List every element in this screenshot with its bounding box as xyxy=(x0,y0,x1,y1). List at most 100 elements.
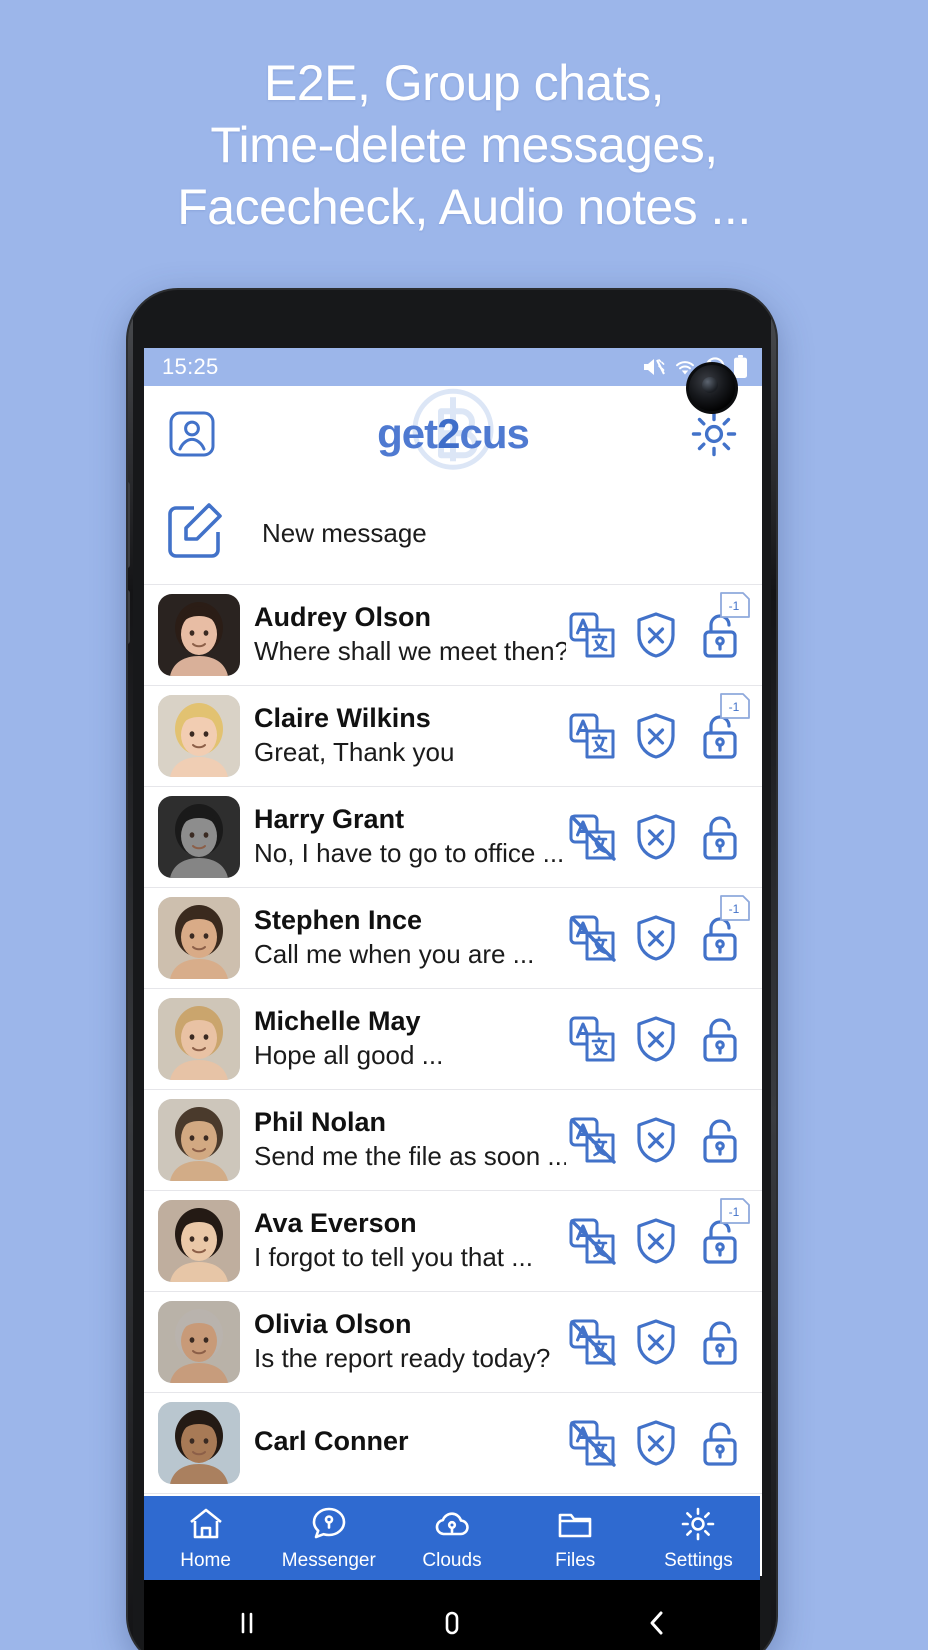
chat-preview-message: Is the report ready today? xyxy=(254,1343,551,1374)
chat-list[interactable]: -1 Audrey Olson Where shall we meet then… xyxy=(144,584,762,1494)
avatar xyxy=(158,897,240,979)
avatar xyxy=(158,1200,240,1282)
headline-line-2: Time-delete messages, xyxy=(210,117,718,173)
recents-icon[interactable] xyxy=(232,1608,262,1638)
shield-x-icon[interactable] xyxy=(630,1417,682,1469)
phone-screen: 15:25 get2cus New message -1 Audrey Olso… xyxy=(144,348,762,1576)
home-circle-icon[interactable] xyxy=(437,1608,467,1638)
chat-row[interactable]: Harry Grant No, I have to go to office .… xyxy=(144,787,762,888)
lock-icon[interactable] xyxy=(694,1114,746,1166)
chat-row-actions xyxy=(566,1316,746,1368)
chat-text-block: Phil Nolan Send me the file as soon ... xyxy=(240,1107,566,1172)
nav-item-label: Settings xyxy=(664,1549,733,1571)
chat-preview-message: Hope all good ... xyxy=(254,1040,444,1071)
chat-contact-name: Claire Wilkins xyxy=(254,703,431,734)
chat-preview-message: Call me when you are ... xyxy=(254,939,535,970)
chat-contact-name: Michelle May xyxy=(254,1006,421,1037)
chat-text-block: Carl Conner xyxy=(240,1426,566,1460)
chat-row[interactable]: Michelle May Hope all good ... xyxy=(144,989,762,1090)
chat-text-block: Claire Wilkins Great, Thank you xyxy=(240,703,566,768)
app-header: get2cus xyxy=(144,386,762,482)
logo-text-left: get xyxy=(377,410,438,457)
profile-icon[interactable] xyxy=(164,406,220,462)
translate-off-icon[interactable] xyxy=(566,811,618,863)
chat-row[interactable]: -1 Ava Everson I forgot to tell you that… xyxy=(144,1191,762,1292)
phone-mockup: 15:25 get2cus New message -1 Audrey Olso… xyxy=(126,288,778,1650)
shield-x-icon[interactable] xyxy=(630,1013,682,1065)
nav-item-label: Clouds xyxy=(422,1549,482,1571)
volume-down-button[interactable] xyxy=(128,590,130,644)
nav-item-label: Messenger xyxy=(281,1549,376,1571)
bottom-navigation[interactable]: Home Messenger Clouds Files Settings xyxy=(144,1496,760,1580)
logo-text-right: cus xyxy=(459,410,529,457)
volume-up-button[interactable] xyxy=(128,482,130,568)
folder-icon xyxy=(556,1505,594,1548)
status-time: 15:25 xyxy=(162,354,219,379)
shield-x-icon[interactable] xyxy=(630,1316,682,1368)
chat-row[interactable]: Phil Nolan Send me the file as soon ... xyxy=(144,1090,762,1191)
avatar xyxy=(158,594,240,676)
nav-item-settings[interactable]: Settings xyxy=(637,1505,760,1572)
chat-contact-name: Stephen Ince xyxy=(254,905,423,936)
new-message-label: New message xyxy=(262,517,427,548)
timer-badge-icon: -1 xyxy=(718,590,752,620)
shield-x-icon[interactable] xyxy=(630,1215,682,1267)
android-system-bar xyxy=(144,1580,760,1650)
gear-icon[interactable] xyxy=(686,406,742,462)
headline-line-1: E2E, Group chats, xyxy=(263,55,665,111)
mute-icon xyxy=(642,356,666,378)
chat-contact-name: Audrey Olson xyxy=(254,602,432,633)
front-camera xyxy=(686,362,738,414)
chat-row-actions xyxy=(566,1114,746,1166)
chat-text-block: Stephen Ince Call me when you are ... xyxy=(240,905,566,970)
home-icon xyxy=(187,1505,225,1548)
shield-x-icon[interactable] xyxy=(630,1114,682,1166)
shield-x-icon[interactable] xyxy=(630,710,682,762)
translate-off-icon[interactable] xyxy=(566,912,618,964)
lock-icon[interactable] xyxy=(694,811,746,863)
cloud-icon xyxy=(433,1505,471,1548)
translate-off-icon[interactable] xyxy=(566,1114,618,1166)
chat-row[interactable]: -1 Stephen Ince Call me when you are ... xyxy=(144,888,762,989)
timer-badge-icon: -1 xyxy=(718,1196,752,1226)
chat-row[interactable]: -1 Audrey Olson Where shall we meet then… xyxy=(144,585,762,686)
nav-item-files[interactable]: Files xyxy=(514,1505,637,1572)
chat-preview-message: Where shall we meet then? xyxy=(254,636,566,667)
svg-text:-1: -1 xyxy=(729,700,740,714)
translate-icon[interactable] xyxy=(566,710,618,762)
nav-item-clouds[interactable]: Clouds xyxy=(390,1505,513,1572)
chat-preview-message: I forgot to tell you that ... xyxy=(254,1242,533,1273)
svg-text:-1: -1 xyxy=(729,902,740,916)
shield-x-icon[interactable] xyxy=(630,912,682,964)
chat-row[interactable]: Carl Conner xyxy=(144,1393,762,1494)
logo-text: get2cus xyxy=(377,410,530,458)
compose-icon xyxy=(164,500,226,567)
new-message-button[interactable]: New message xyxy=(144,482,762,584)
translate-off-icon[interactable] xyxy=(566,1316,618,1368)
shield-x-icon[interactable] xyxy=(630,609,682,661)
nav-item-messenger[interactable]: Messenger xyxy=(267,1505,390,1572)
translate-off-icon[interactable] xyxy=(566,1215,618,1267)
nav-item-label: Home xyxy=(180,1549,231,1571)
promo-headline: E2E, Group chats, Time-delete messages, … xyxy=(0,52,928,238)
logo-text-mid: 2 xyxy=(437,410,460,457)
avatar xyxy=(158,1402,240,1484)
translate-off-icon[interactable] xyxy=(566,1417,618,1469)
lock-icon[interactable] xyxy=(694,1316,746,1368)
shield-x-icon[interactable] xyxy=(630,811,682,863)
lock-icon[interactable] xyxy=(694,1013,746,1065)
back-icon[interactable] xyxy=(642,1608,672,1638)
chat-row-actions xyxy=(566,1013,746,1065)
nav-item-label: Files xyxy=(555,1549,596,1571)
nav-item-home[interactable]: Home xyxy=(144,1505,267,1572)
chat-row[interactable]: Olivia Olson Is the report ready today? xyxy=(144,1292,762,1393)
lock-icon[interactable] xyxy=(694,1417,746,1469)
chat-contact-name: Olivia Olson xyxy=(254,1309,412,1340)
translate-icon[interactable] xyxy=(566,1013,618,1065)
chat-contact-name: Phil Nolan xyxy=(254,1107,387,1138)
chat-preview-message: No, I have to go to office ... xyxy=(254,838,565,869)
headline-line-3: Facecheck, Audio notes ... xyxy=(177,179,751,235)
avatar xyxy=(158,1301,240,1383)
chat-row[interactable]: -1 Claire Wilkins Great, Thank you xyxy=(144,686,762,787)
translate-icon[interactable] xyxy=(566,609,618,661)
